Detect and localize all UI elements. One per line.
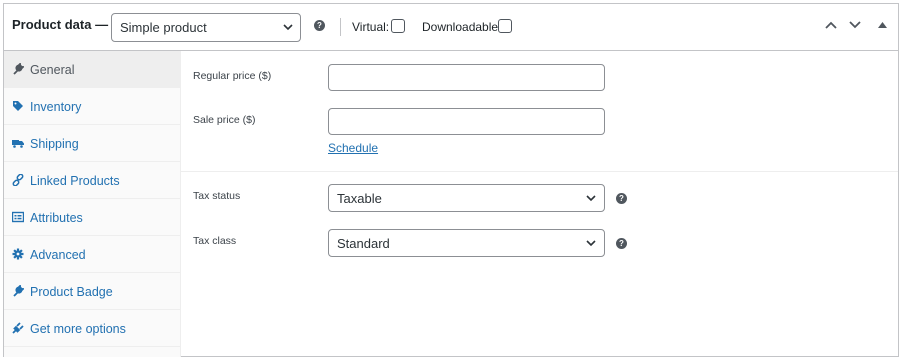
wrench-icon (13, 285, 24, 297)
wrench-icon (13, 63, 24, 75)
sale-price-input[interactable] (328, 108, 605, 135)
tag-icon (13, 101, 23, 111)
tab-label: Advanced (30, 248, 86, 262)
link-icon (12, 174, 24, 186)
move-up-icon[interactable] (825, 21, 837, 29)
virtual-label: Virtual: (352, 20, 390, 34)
tab-label: Get more options (30, 322, 126, 336)
collapse-toggle-icon[interactable] (878, 22, 887, 28)
tab-attributes[interactable]: Attributes (4, 199, 180, 236)
downloadable-checkbox[interactable] (498, 19, 512, 33)
tab-inventory[interactable]: Inventory (4, 88, 180, 125)
tab-get-more-options[interactable]: Get more options (4, 310, 180, 347)
tab-label: Inventory (30, 100, 82, 114)
tab-advanced[interactable]: Advanced (4, 236, 180, 273)
section-divider (181, 171, 898, 172)
virtual-checkbox[interactable] (391, 19, 405, 33)
help-icon[interactable]: ? (314, 20, 325, 31)
tax-class-label: Tax class (193, 235, 237, 247)
regular-price-label: Regular price ($) (193, 70, 272, 82)
tax-status-select[interactable]: Taxable (328, 184, 605, 212)
list-icon (12, 211, 24, 223)
chevron-down-icon (586, 240, 596, 247)
tax-class-value: Standard (337, 236, 390, 251)
tab-label: Attributes (30, 211, 83, 225)
help-icon[interactable]: ? (616, 238, 627, 249)
truck-icon (12, 140, 24, 148)
tab-general[interactable]: General (4, 51, 180, 88)
chevron-down-icon (586, 195, 596, 202)
tab-linked-products[interactable]: Linked Products (4, 162, 180, 199)
product-data-panel: Product data — Simple product ? Virtual:… (3, 3, 899, 357)
tab-label: Shipping (30, 137, 79, 151)
downloadable-label: Downloadable: (422, 20, 502, 34)
tab-label: Product Badge (30, 285, 113, 299)
product-data-header: Product data — Simple product ? Virtual:… (4, 4, 898, 51)
plugin-icon (12, 322, 24, 334)
tab-label: General (30, 63, 75, 77)
product-type-select[interactable]: Simple product (111, 13, 301, 42)
panel-title: Product data — (12, 17, 109, 32)
help-icon[interactable]: ? (616, 193, 627, 204)
product-data-tabs: General Inventory Shipping Linked Produc… (4, 51, 181, 357)
tab-label: Linked Products (30, 174, 120, 188)
gear-icon (12, 248, 24, 260)
sale-price-label: Sale price ($) (193, 114, 256, 126)
divider (340, 18, 341, 36)
chevron-down-icon (283, 24, 293, 31)
tax-class-select[interactable]: Standard (328, 229, 605, 257)
tab-product-badge[interactable]: Product Badge (4, 273, 180, 310)
tab-shipping[interactable]: Shipping (4, 125, 180, 162)
move-down-icon[interactable] (849, 21, 861, 29)
schedule-link[interactable]: Schedule (328, 141, 378, 155)
product-type-value: Simple product (120, 20, 207, 35)
tax-status-label: Tax status (193, 190, 241, 202)
tax-status-value: Taxable (337, 191, 382, 206)
regular-price-input[interactable] (328, 64, 605, 91)
